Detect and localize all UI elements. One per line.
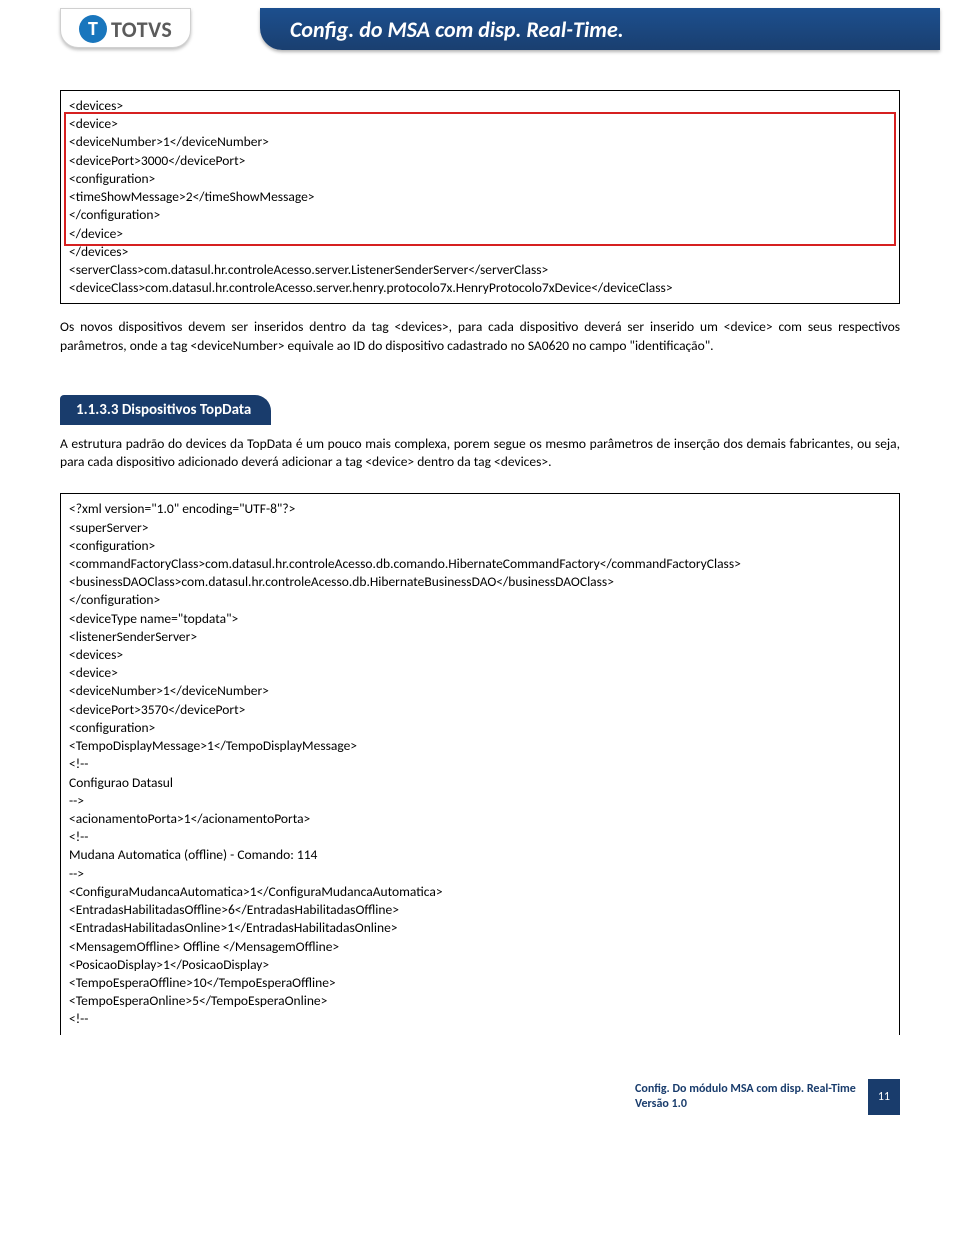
section-heading: 1.1.3.3 Dispositivos TopData [60, 395, 271, 425]
code-line: <acionamentoPorta>1</acionamentoPorta> [69, 810, 891, 828]
paragraph-devices-note: Os novos dispositivos devem ser inserido… [60, 318, 900, 354]
code-line: <configuration> [69, 170, 891, 188]
code-line: <TempoEsperaOnline>5</TempoEsperaOnline> [69, 992, 891, 1010]
code-line: <ConfiguraMudancaAutomatica>1</Configura… [69, 883, 891, 901]
code-line: <deviceNumber>1</deviceNumber> [69, 133, 891, 151]
code-line: <configuration> [69, 719, 891, 737]
code-line: </configuration> [69, 591, 891, 609]
page: Este documento é de propriedade da TOTVS… [0, 0, 960, 1129]
code-line: <commandFactoryClass>com.datasul.hr.cont… [69, 555, 891, 573]
code-line: <deviceType name="topdata"> [69, 610, 891, 628]
code-line: <!-- [69, 828, 891, 846]
code-line: <devices> [69, 646, 891, 664]
logo-text: TOTVS [111, 16, 172, 43]
paragraph-topdata: A estrutura padrão do devices da TopData… [60, 435, 900, 471]
code-line: --> [69, 865, 891, 883]
code-line: <serverClass>com.datasul.hr.controleAces… [69, 261, 891, 279]
code-line: <devicePort>3000</devicePort> [69, 152, 891, 170]
page-number: 11 [868, 1079, 900, 1115]
code-line: <configuration> [69, 537, 891, 555]
footer-title: Config. Do módulo MSA com disp. Real-Tim… [635, 1082, 856, 1097]
code-line: </device> [69, 225, 891, 243]
code-line: </configuration> [69, 206, 891, 224]
code-line: <deviceNumber>1</deviceNumber> [69, 682, 891, 700]
page-title: Config. do MSA com disp. Real-Time. [290, 16, 624, 43]
code-box-devices-henry: <devices><device><deviceNumber>1</device… [60, 90, 900, 304]
code-line: Configurao Datasul [69, 774, 891, 792]
code-line: Mudana Automatica (offline) - Comando: 1… [69, 846, 891, 864]
code-line: <businessDAOClass>com.datasul.hr.control… [69, 573, 891, 591]
code-line: <superServer> [69, 519, 891, 537]
code-line: <EntradasHabilitadasOffline>6</EntradasH… [69, 901, 891, 919]
code-line: <TempoEsperaOffline>10</TempoEsperaOffli… [69, 974, 891, 992]
code-line: <timeShowMessage>2</timeShowMessage> [69, 188, 891, 206]
footer-version: Versão 1.0 [635, 1097, 856, 1112]
code-line: <device> [69, 664, 891, 682]
code-line: <devices> [69, 97, 891, 115]
code-line: <devicePort>3570</devicePort> [69, 701, 891, 719]
code-line: <!-- [69, 755, 891, 773]
code-line: </devices> [69, 243, 891, 261]
code-line: <MensagemOffline> Offline </MensagemOffl… [69, 938, 891, 956]
footer: Config. Do módulo MSA com disp. Real-Tim… [635, 1079, 900, 1115]
footer-text: Config. Do módulo MSA com disp. Real-Tim… [635, 1079, 868, 1115]
logo-icon: T [79, 15, 107, 43]
header: T TOTVS Config. do MSA com disp. Real-Ti… [60, 0, 900, 60]
code-line: <EntradasHabilitadasOnline>1</EntradasHa… [69, 919, 891, 937]
code-line: <deviceClass>com.datasul.hr.controleAces… [69, 279, 891, 297]
code-line: <listenerSenderServer> [69, 628, 891, 646]
code-box-topdata: <?xml version="1.0" encoding="UTF-8"?><s… [60, 493, 900, 1034]
title-banner: Config. do MSA com disp. Real-Time. [260, 8, 940, 50]
code-line: --> [69, 792, 891, 810]
logo: T TOTVS [60, 8, 191, 48]
code-line: <device> [69, 115, 891, 133]
code-line: <TempoDisplayMessage>1</TempoDisplayMess… [69, 737, 891, 755]
code-line: <PosicaoDisplay>1</PosicaoDisplay> [69, 956, 891, 974]
code-line: <?xml version="1.0" encoding="UTF-8"?> [69, 500, 891, 518]
code-line: <!-- [69, 1010, 891, 1028]
